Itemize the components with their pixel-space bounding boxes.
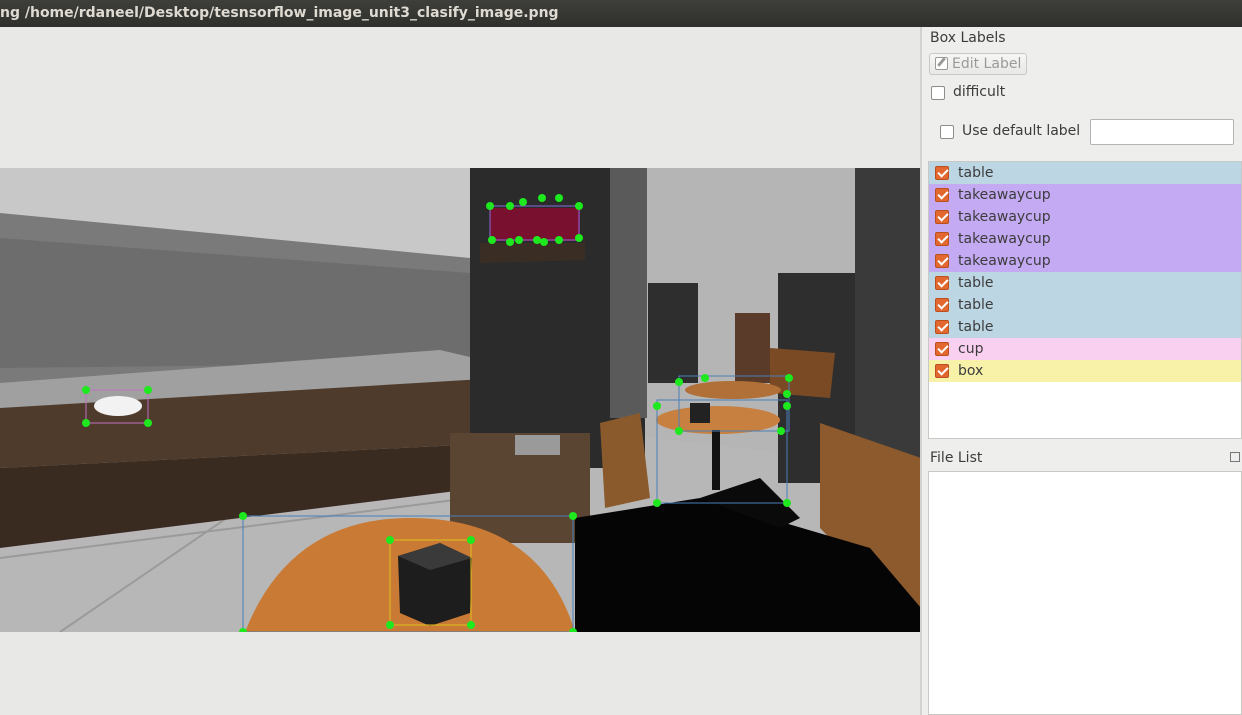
label-item-text: table	[958, 275, 994, 291]
label-list-item[interactable]: table	[929, 316, 1241, 338]
label-list-item[interactable]: takeawaycup	[929, 184, 1241, 206]
label-item-text: takeawaycup	[958, 187, 1051, 203]
label-item-text: takeawaycup	[958, 231, 1051, 247]
edit-label-text: Edit Label	[952, 56, 1022, 72]
use-default-label-checkbox[interactable]	[940, 125, 954, 139]
use-default-label-text: Use default label	[962, 123, 1081, 139]
label-visible-checkbox[interactable]	[935, 210, 949, 224]
undock-icon[interactable]	[1230, 452, 1240, 462]
box-labels-title: Box Labels	[930, 30, 1006, 46]
edit-icon	[935, 57, 948, 70]
window-title-bar: ng /home/rdaneel/Desktop/tesnsorflow_ima…	[0, 0, 1242, 27]
label-visible-checkbox[interactable]	[935, 320, 949, 334]
label-visible-checkbox[interactable]	[935, 254, 949, 268]
difficult-checkbox[interactable]	[931, 86, 945, 100]
difficult-label: difficult	[953, 84, 1006, 100]
label-item-text: table	[958, 165, 994, 181]
label-item-text: table	[958, 319, 994, 335]
label-visible-checkbox[interactable]	[935, 298, 949, 312]
label-visible-checkbox[interactable]	[935, 276, 949, 290]
label-visible-checkbox[interactable]	[935, 188, 949, 202]
file-list[interactable]	[928, 471, 1242, 715]
label-list-item[interactable]: cup	[929, 338, 1241, 360]
label-list-item[interactable]: table	[929, 294, 1241, 316]
labeled-image[interactable]	[0, 168, 921, 632]
label-list-item[interactable]: takeawaycup	[929, 206, 1241, 228]
label-visible-checkbox[interactable]	[935, 232, 949, 246]
label-list-item[interactable]: box	[929, 360, 1241, 382]
label-item-text: takeawaycup	[958, 209, 1051, 225]
label-item-text: cup	[958, 341, 984, 357]
label-list-item[interactable]: table	[929, 162, 1241, 184]
right-dock: Box Labels Edit Label difficult Use defa…	[922, 27, 1242, 715]
edit-label-button[interactable]: Edit Label	[929, 53, 1027, 75]
label-item-text: box	[958, 363, 984, 379]
label-list-item[interactable]: takeawaycup	[929, 250, 1241, 272]
label-visible-checkbox[interactable]	[935, 364, 949, 378]
label-list-item[interactable]: takeawaycup	[929, 228, 1241, 250]
label-list[interactable]: table takeawaycup takeawaycup takeawaycup ta…	[928, 161, 1242, 439]
image-canvas[interactable]	[0, 27, 921, 715]
label-item-text: table	[958, 297, 994, 313]
file-list-title: File List	[930, 450, 983, 466]
label-visible-checkbox[interactable]	[935, 166, 949, 180]
window-title: ng /home/rdaneel/Desktop/tesnsorflow_ima…	[0, 5, 559, 21]
label-visible-checkbox[interactable]	[935, 342, 949, 356]
label-item-text: takeawaycup	[958, 253, 1051, 269]
label-list-item[interactable]: table	[929, 272, 1241, 294]
default-label-input[interactable]	[1090, 119, 1234, 145]
